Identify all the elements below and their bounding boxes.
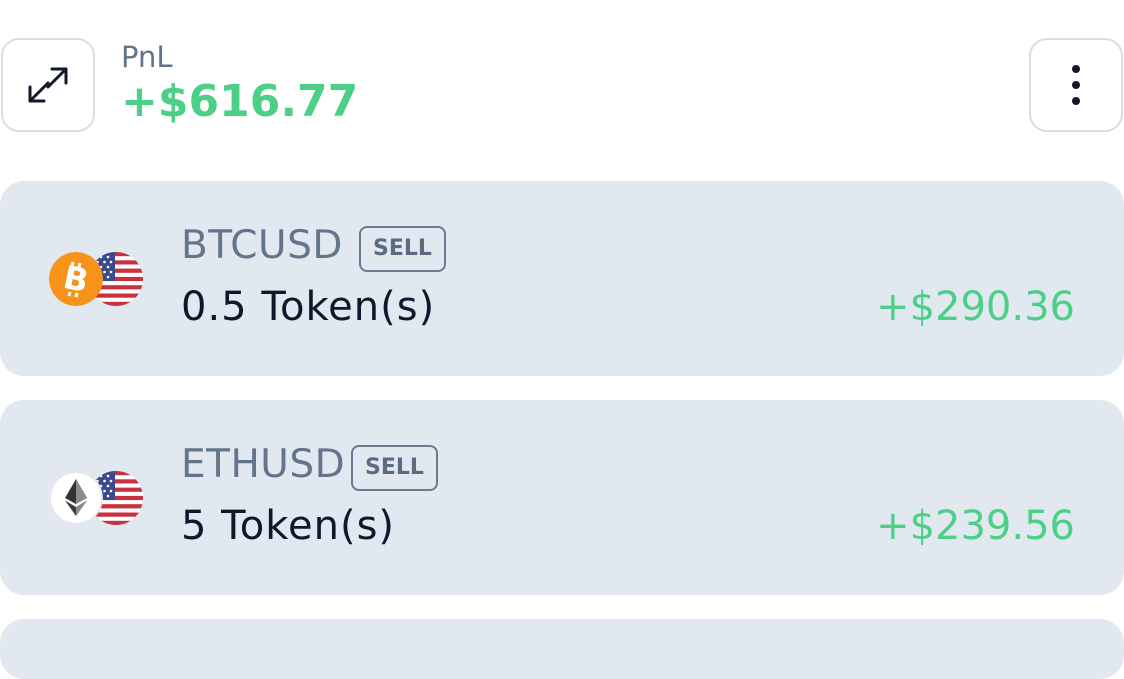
- swap-arrows-icon: [28, 67, 68, 103]
- more-options-button[interactable]: [1029, 38, 1123, 132]
- position-amount: 5 Token(s): [181, 503, 396, 549]
- bitcoin-icon: B: [49, 252, 103, 306]
- pnl-header: PnL +$616.77: [0, 0, 1124, 160]
- swap-button[interactable]: [1, 38, 95, 132]
- side-badge: SELL: [351, 445, 438, 491]
- position-amount: 0.5 Token(s): [181, 284, 436, 330]
- position-pnl: +$290.36: [876, 284, 1075, 330]
- pnl-total-value: +$616.77: [121, 76, 359, 127]
- more-vertical-icon: [1072, 65, 1080, 105]
- position-card-partial[interactable]: [0, 619, 1124, 679]
- position-symbol: ETHUSD: [181, 442, 346, 487]
- pnl-label: PnL: [121, 40, 173, 74]
- position-card-ethusd[interactable]: ETHUSD SELL 5 Token(s) +$239.56: [0, 400, 1124, 595]
- side-badge: SELL: [359, 226, 446, 272]
- ethereum-icon: [49, 471, 103, 525]
- pair-logos: B: [49, 251, 145, 307]
- position-symbol: BTCUSD: [181, 223, 343, 268]
- position-card-btcusd[interactable]: B BTCUSD SELL 0.5 Token(s) +$290.36: [0, 181, 1124, 376]
- pair-logos: [49, 470, 145, 526]
- position-pnl: +$239.56: [876, 503, 1075, 549]
